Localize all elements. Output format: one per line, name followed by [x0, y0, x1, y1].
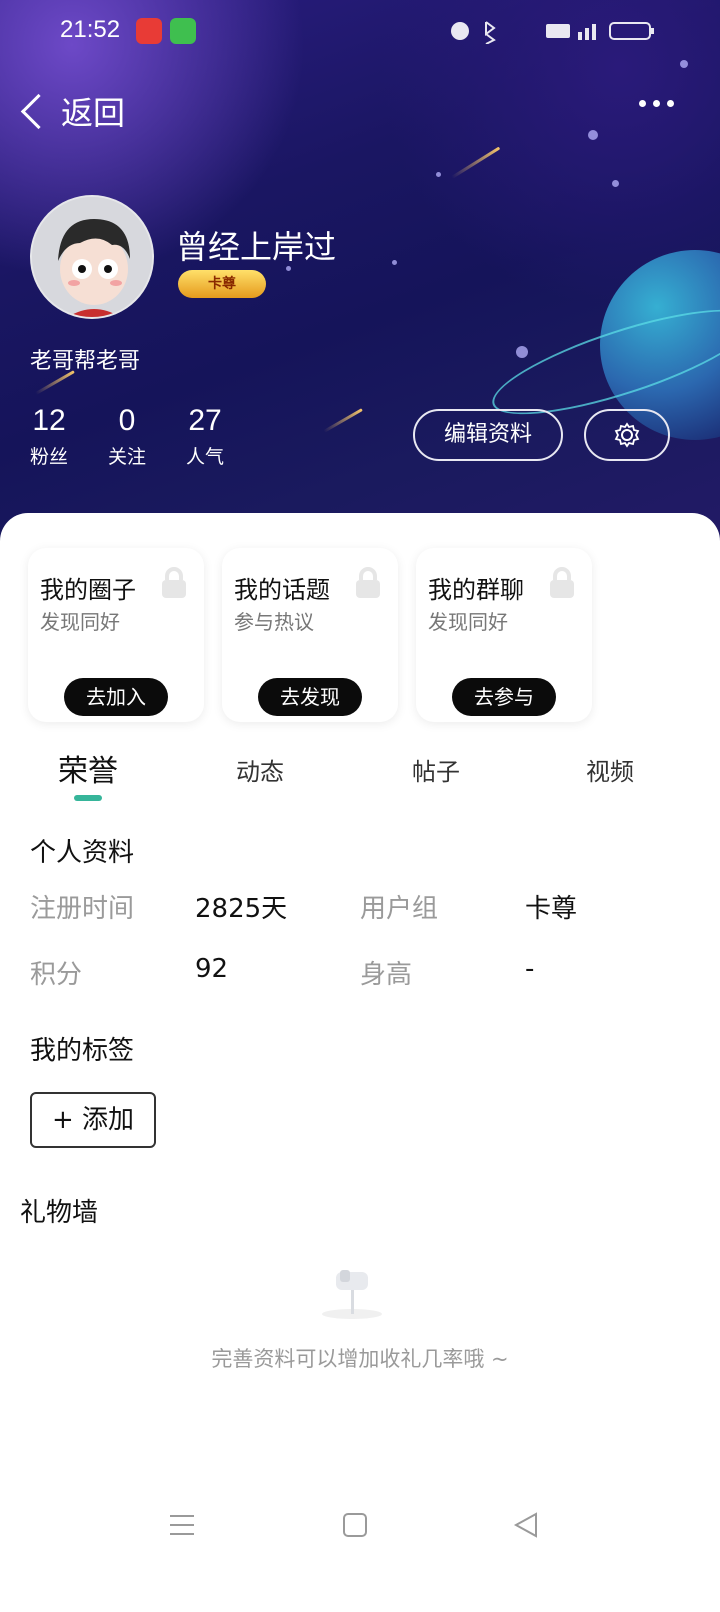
stat-popularity-value: 27	[188, 404, 222, 437]
toutiao-app-icon	[136, 18, 162, 44]
meteor	[323, 408, 363, 433]
card-my-circles[interactable]: 我的圈子 发现同好 去加入	[28, 548, 204, 722]
system-navigation-bar	[0, 1532, 720, 1612]
more-options-button[interactable]	[639, 100, 674, 107]
more-dot-icon	[667, 100, 674, 107]
info-value: 卡尊	[525, 894, 578, 924]
card-my-topics[interactable]: 我的话题 参与热议 去发现	[222, 548, 398, 722]
status-indicators-icon	[451, 21, 654, 45]
stat-popularity[interactable]: 27 人气	[184, 404, 226, 469]
card-title: 我的话题	[234, 576, 330, 604]
menu-icon[interactable]	[168, 1512, 196, 1538]
tab-videos[interactable]: 视频	[586, 752, 634, 787]
stat-fans-label: 粉丝	[29, 446, 68, 468]
info-value: -	[525, 954, 535, 984]
stat-fans-value: 12	[32, 404, 66, 437]
info-key: 用户组	[360, 894, 439, 924]
username: 曾经上岸过	[176, 228, 337, 266]
info-value: 92	[195, 954, 229, 984]
star-dot	[392, 260, 397, 265]
settings-button[interactable]	[584, 409, 670, 461]
avatar[interactable]	[30, 195, 154, 319]
tab-posts[interactable]: 帖子	[412, 752, 460, 787]
star-dot	[516, 346, 528, 358]
mailbox-empty-icon	[316, 1264, 386, 1324]
join-circle-button[interactable]: 去加入	[64, 678, 168, 716]
back-button[interactable]: 返回	[18, 88, 125, 134]
tab-activity[interactable]: 动态	[236, 752, 284, 787]
stat-fans[interactable]: 12 粉丝	[28, 404, 70, 469]
add-tag-button[interactable]: + 添加	[30, 1092, 156, 1148]
card-subtitle: 发现同好	[40, 610, 120, 634]
meteor	[451, 146, 501, 179]
stat-popularity-label: 人气	[185, 446, 224, 468]
stat-following[interactable]: 0 关注	[106, 404, 148, 469]
status-bar: 21:52	[0, 0, 720, 62]
info-value: 2825天	[195, 894, 288, 924]
gear-icon	[614, 422, 640, 448]
card-subtitle: 参与热议	[234, 610, 314, 634]
star-dot	[612, 180, 619, 187]
lock-icon	[156, 566, 192, 606]
message-app-icon	[170, 18, 196, 44]
user-signature: 老哥帮老哥	[30, 349, 141, 374]
star-dot	[436, 172, 441, 177]
gift-empty-text: 完善资料可以增加收礼几率哦 ~	[211, 1347, 509, 1371]
tab-active-indicator	[74, 795, 102, 801]
status-icons	[450, 18, 660, 49]
info-key: 积分	[30, 960, 83, 990]
personal-info-title: 个人资料	[30, 838, 135, 868]
status-time: 21:52	[60, 16, 121, 43]
more-dot-icon	[639, 100, 646, 107]
lock-icon	[544, 566, 580, 606]
my-tags-title: 我的标签	[30, 1036, 135, 1066]
join-group-chat-button[interactable]: 去参与	[452, 678, 556, 716]
edit-profile-button[interactable]: 编辑资料	[413, 409, 563, 461]
avatar-image	[32, 197, 152, 317]
discover-topics-button[interactable]: 去发现	[258, 678, 362, 716]
card-title: 我的群聊	[428, 576, 524, 604]
stat-following-label: 关注	[107, 446, 146, 468]
more-dot-icon	[653, 100, 660, 107]
card-title: 我的圈子	[40, 576, 136, 604]
home-icon[interactable]	[342, 1512, 368, 1538]
stat-following-value: 0	[118, 404, 136, 437]
lock-icon	[350, 566, 386, 606]
tab-honors[interactable]: 荣誉	[58, 746, 118, 790]
card-my-group-chats[interactable]: 我的群聊 发现同好 去参与	[416, 548, 592, 722]
card-subtitle: 发现同好	[428, 610, 508, 634]
back-label: 返回	[61, 94, 126, 132]
back-nav-icon[interactable]	[512, 1512, 538, 1538]
info-key: 注册时间	[30, 894, 135, 924]
chevron-left-icon	[20, 93, 57, 129]
info-key: 身高	[360, 960, 413, 990]
gift-wall-title: 礼物墙	[20, 1198, 99, 1228]
user-rank-badge: 卡尊	[178, 270, 266, 298]
star-dot	[588, 130, 598, 140]
